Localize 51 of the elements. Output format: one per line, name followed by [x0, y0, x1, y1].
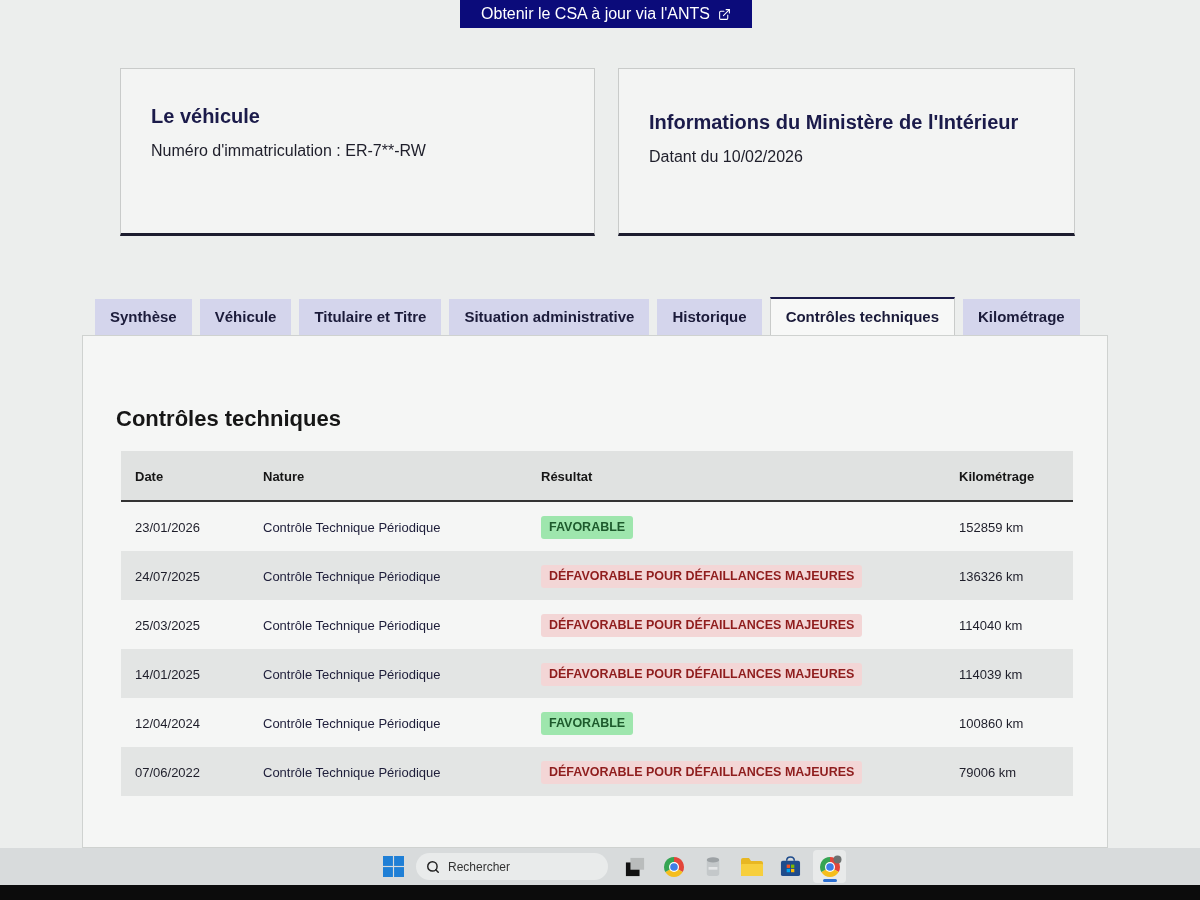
table-cell: 25/03/2025 — [135, 617, 201, 633]
table-cell: 14/01/2025 — [135, 666, 201, 682]
table-cell: 07/06/2022 — [135, 764, 201, 780]
result-badge: DÉFAVORABLE POUR DÉFAILLANCES MAJEURES — [541, 761, 863, 784]
table-cell: 79006 km — [959, 764, 1017, 780]
card-title: Informations du Ministère de l'Intérieur — [649, 110, 1020, 135]
browser-icon — [661, 854, 686, 879]
table-cell: Contrôle Technique Périodique — [263, 764, 441, 780]
column-header: Résultat — [541, 468, 593, 484]
tab[interactable]: Synthèse — [95, 299, 192, 335]
table-cell: Contrôle Technique Périodique — [263, 519, 441, 535]
cylinder-icon — [704, 855, 721, 878]
table-cell: Contrôle Technique Périodique — [263, 568, 441, 584]
result-badge: DÉFAVORABLE POUR DÉFAILLANCES MAJEURES — [541, 565, 863, 588]
column-header: Nature — [263, 468, 305, 484]
section-heading: Contrôles techniques — [116, 405, 341, 433]
result-badge: DÉFAVORABLE POUR DÉFAILLANCES MAJEURES — [541, 614, 863, 637]
table-cell: 24/07/2025 — [135, 568, 201, 584]
tab[interactable]: Kilométrage — [963, 299, 1080, 335]
tab[interactable]: Contrôles techniques — [769, 297, 955, 335]
browser-profile-icon — [817, 854, 842, 879]
card-title: Le véhicule — [151, 104, 261, 129]
table-cell: 152859 km — [959, 519, 1024, 535]
ants-link-button[interactable]: Obtenir le CSA à jour via l'ANTS — [460, 0, 752, 28]
search-icon — [426, 859, 440, 874]
table-cell: Contrôle Technique Périodique — [263, 617, 441, 633]
stacked-squares-icon — [624, 856, 645, 877]
column-header: Date — [135, 468, 164, 484]
tab[interactable]: Situation administrative — [449, 299, 650, 335]
result-badge: FAVORABLE — [541, 712, 634, 735]
start-icon[interactable] — [383, 856, 404, 877]
tab[interactable]: Titulaire et Titre — [299, 299, 442, 335]
taskbar-search-field[interactable]: Rechercher — [416, 853, 608, 880]
table-cell: 114040 km — [959, 617, 1023, 633]
result-badge: DÉFAVORABLE POUR DÉFAILLANCES MAJEURES — [541, 663, 863, 686]
result-badge: FAVORABLE — [541, 516, 634, 539]
card-text: Datant du 10/02/2026 — [649, 147, 804, 167]
table-cell: 114039 km — [959, 666, 1023, 682]
shopping-bag-icon — [780, 856, 801, 877]
table-cell: Contrôle Technique Périodique — [263, 715, 441, 731]
external-link-icon — [717, 7, 731, 21]
table-cell: Contrôle Technique Périodique — [263, 666, 441, 682]
table-cell: 23/01/2026 — [135, 519, 201, 535]
table-cell: 12/04/2024 — [135, 715, 201, 731]
table-cell: 136326 km — [959, 568, 1024, 584]
card-text: Numéro d'immatriculation : ER-7**-RW — [151, 141, 427, 161]
column-header: Kilométrage — [959, 468, 1035, 484]
tab[interactable]: Véhicule — [199, 299, 292, 335]
tab[interactable]: Historique — [657, 299, 762, 335]
folder-icon — [739, 856, 764, 877]
table-cell: 100860 km — [959, 715, 1024, 731]
